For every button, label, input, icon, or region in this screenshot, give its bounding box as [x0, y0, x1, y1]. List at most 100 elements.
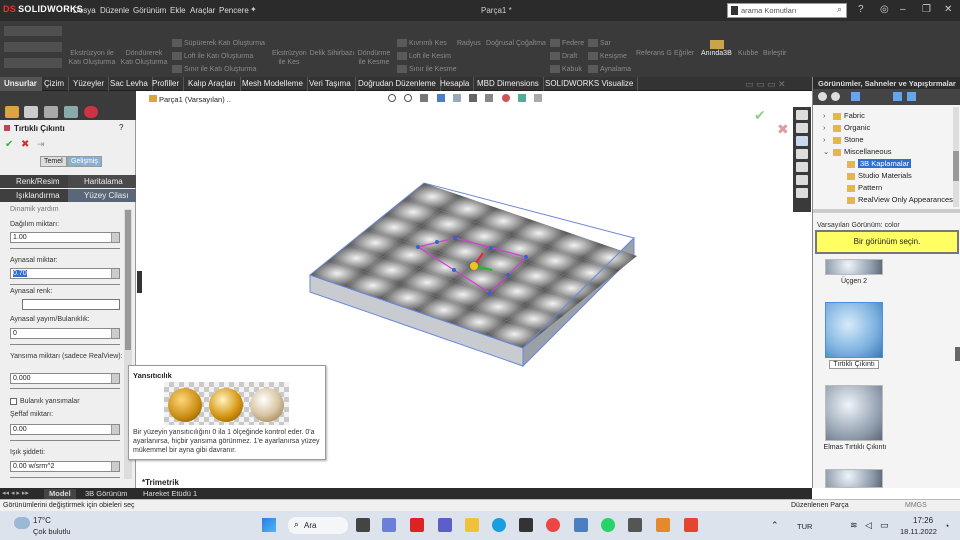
cmd-extrude-boss[interactable]: Ekstrüzyon ile Katı Oluşturma: [68, 49, 116, 67]
cmd-extrude-cut[interactable]: Ekstrüzyon ile Kes: [272, 49, 307, 67]
swatch-diamond-knurled[interactable]: [825, 385, 883, 441]
tree-item-studio-materials[interactable]: Studio Materials: [813, 171, 960, 183]
menu-view[interactable]: Görünüm: [133, 6, 166, 15]
minimize-icon[interactable]: –: [900, 4, 906, 15]
cmd-reference-geometry[interactable]: Referans Geometri: [636, 49, 672, 58]
swatch-triangle-2[interactable]: [825, 259, 883, 275]
cmd-loft-cut[interactable]: Loft ile Kesim: [397, 52, 451, 61]
tab-weldments[interactable]: Profiller: [148, 77, 185, 91]
help-icon[interactable]: ?: [119, 123, 123, 132]
cmd-sweep-boss[interactable]: Süpürerek Katı Oluşturma: [172, 39, 265, 48]
basic-mode-button[interactable]: Temel: [40, 156, 67, 167]
clock-time[interactable]: 17:26: [913, 516, 933, 525]
view-palette-icon[interactable]: [796, 162, 808, 172]
tab-mold-tools[interactable]: Kalıp Araçları: [184, 77, 241, 91]
refresh-icon[interactable]: [893, 92, 902, 101]
clock-date[interactable]: 18.11.2022: [900, 527, 937, 536]
window-controls[interactable]: ▭ ▭ ▭ ✕: [745, 79, 786, 90]
tab-illumination[interactable]: Işıklandırma: [0, 189, 68, 202]
cmd-hole-wizard[interactable]: Delik Sihirbazı: [308, 49, 356, 58]
specular-color-swatch[interactable]: [22, 299, 120, 310]
weather-desc[interactable]: Çok bulutlu: [33, 527, 71, 536]
appearances-tab-icon[interactable]: [796, 136, 808, 146]
tree-item-organic[interactable]: › Organic: [813, 123, 960, 135]
taskbar-search[interactable]: ⌕ Ara: [288, 517, 348, 534]
tab-evaluate[interactable]: Hesapla: [436, 77, 475, 91]
cmd-intersect[interactable]: Kesişme: [588, 52, 627, 61]
solidworks-logo[interactable]: DS SOLIDWORKS: [3, 4, 83, 14]
configuration-icon[interactable]: [44, 106, 58, 118]
home-icon[interactable]: [796, 110, 808, 120]
specular-spread-slider[interactable]: [10, 340, 120, 345]
solidworks-taskbar-icon[interactable]: [410, 518, 424, 532]
cmd-revolve-cut[interactable]: Döndürme ile Kesme: [356, 49, 392, 67]
blurry-reflection-checkbox[interactable]: [10, 398, 17, 405]
property-manager-icon[interactable]: [24, 106, 38, 118]
quick-access-toolbar[interactable]: [4, 26, 62, 72]
help-icon[interactable]: ?: [858, 4, 864, 15]
photos-icon[interactable]: [574, 518, 588, 532]
tab-mesh-modeling[interactable]: Mesh Modelleme: [238, 77, 308, 91]
cmd-curves[interactable]: Eğriler: [674, 49, 694, 58]
dimxpert-icon[interactable]: [64, 106, 78, 118]
cmd-combine[interactable]: Birleştir: [763, 49, 786, 58]
tray-up-arrow-icon[interactable]: ⌃: [771, 520, 779, 531]
menu-insert[interactable]: Ekle: [170, 6, 186, 15]
specular-spread-input[interactable]: 0: [10, 328, 120, 339]
tab-model[interactable]: Model: [44, 489, 76, 499]
battery-icon[interactable]: ▭: [880, 520, 889, 531]
search-icon[interactable]: ⌕: [837, 4, 842, 15]
cmd-revolve-boss[interactable]: Döndürerek Katı Oluşturma: [120, 49, 168, 67]
start-icon[interactable]: [262, 518, 276, 532]
menu-tools[interactable]: Araçlar: [190, 6, 215, 15]
cmd-shell[interactable]: Kabuk: [550, 65, 582, 74]
tab-sketch[interactable]: Çizim: [40, 77, 69, 91]
cancel-x-icon[interactable]: ✖: [21, 139, 29, 150]
tab-surfaces[interactable]: Yüzeyler: [69, 77, 110, 91]
notification-icon[interactable]: ◔: [944, 521, 949, 531]
diffuse-input[interactable]: 1.00: [10, 232, 120, 243]
pane-splitter[interactable]: [813, 209, 960, 213]
tab-scroll-arrows[interactable]: ◂◂ ◂ ▸ ▸▸: [2, 489, 42, 498]
tree-item-stone[interactable]: › Stone: [813, 135, 960, 147]
cmd-loft-boss[interactable]: Loft ile Katı Oluşturma: [172, 52, 253, 61]
transparency-input[interactable]: 0.00: [10, 424, 120, 435]
whatsapp-icon[interactable]: [601, 518, 615, 532]
pushpin-icon[interactable]: ⇥: [37, 139, 45, 150]
cmd-draft[interactable]: Draft: [550, 52, 577, 61]
cmd-boundary-cut[interactable]: Sınır ile Kesme: [397, 65, 456, 74]
capcut-icon[interactable]: [628, 518, 642, 532]
add-folder-icon[interactable]: [851, 92, 860, 101]
file-explorer-icon[interactable]: [465, 518, 479, 532]
language-indicator[interactable]: TUR: [797, 522, 812, 531]
diffuse-slider[interactable]: [10, 244, 120, 249]
close-icon[interactable]: ✕: [944, 4, 952, 15]
tab-color-image[interactable]: Renk/Resim: [0, 175, 68, 188]
volume-icon[interactable]: ◁: [865, 520, 872, 531]
display-manager-icon[interactable]: [84, 106, 98, 118]
specular-input[interactable]: 0.70: [10, 268, 120, 279]
tab-mbd-dimensions[interactable]: MBD Dimensions: [473, 77, 544, 91]
tree-item-realview-only[interactable]: RealView Only Appearances: [813, 195, 960, 207]
tab-sheet-metal[interactable]: Sac Levha: [106, 77, 153, 91]
swatch-next[interactable]: [825, 469, 883, 488]
menu-window[interactable]: Pencere: [219, 6, 249, 15]
cmd-linear-pattern[interactable]: Doğrusal Çoğaltma: [486, 39, 546, 48]
edge-icon[interactable]: [492, 518, 506, 532]
tab-features[interactable]: Unsurlar: [0, 77, 42, 91]
tree-item-pattern[interactable]: Pattern: [813, 183, 960, 195]
options-icon[interactable]: [907, 92, 916, 101]
cmd-instant3d[interactable]: Anında3B: [701, 49, 732, 58]
cmd-boundary-boss[interactable]: Sınır ile Katı Oluşturma: [172, 65, 256, 74]
tab-motion-study[interactable]: Hareket Etüdü 1: [138, 489, 202, 499]
panel-collapse-bar[interactable]: [0, 91, 136, 104]
tree-item-miscellaneous[interactable]: ⌄ Miscellaneous: [813, 147, 960, 159]
tree-item-3d-textures[interactable]: 3B Kaplamalar: [813, 159, 960, 171]
cmd-dome[interactable]: Kubbe: [738, 49, 758, 58]
weather-temp[interactable]: 17°C: [33, 516, 51, 525]
feature-tree-icon[interactable]: [5, 106, 19, 118]
specular-slider[interactable]: [10, 280, 120, 285]
cmd-rib[interactable]: Federe: [550, 39, 584, 48]
transparency-slider[interactable]: [10, 436, 120, 441]
luminous-slider[interactable]: [10, 473, 120, 478]
